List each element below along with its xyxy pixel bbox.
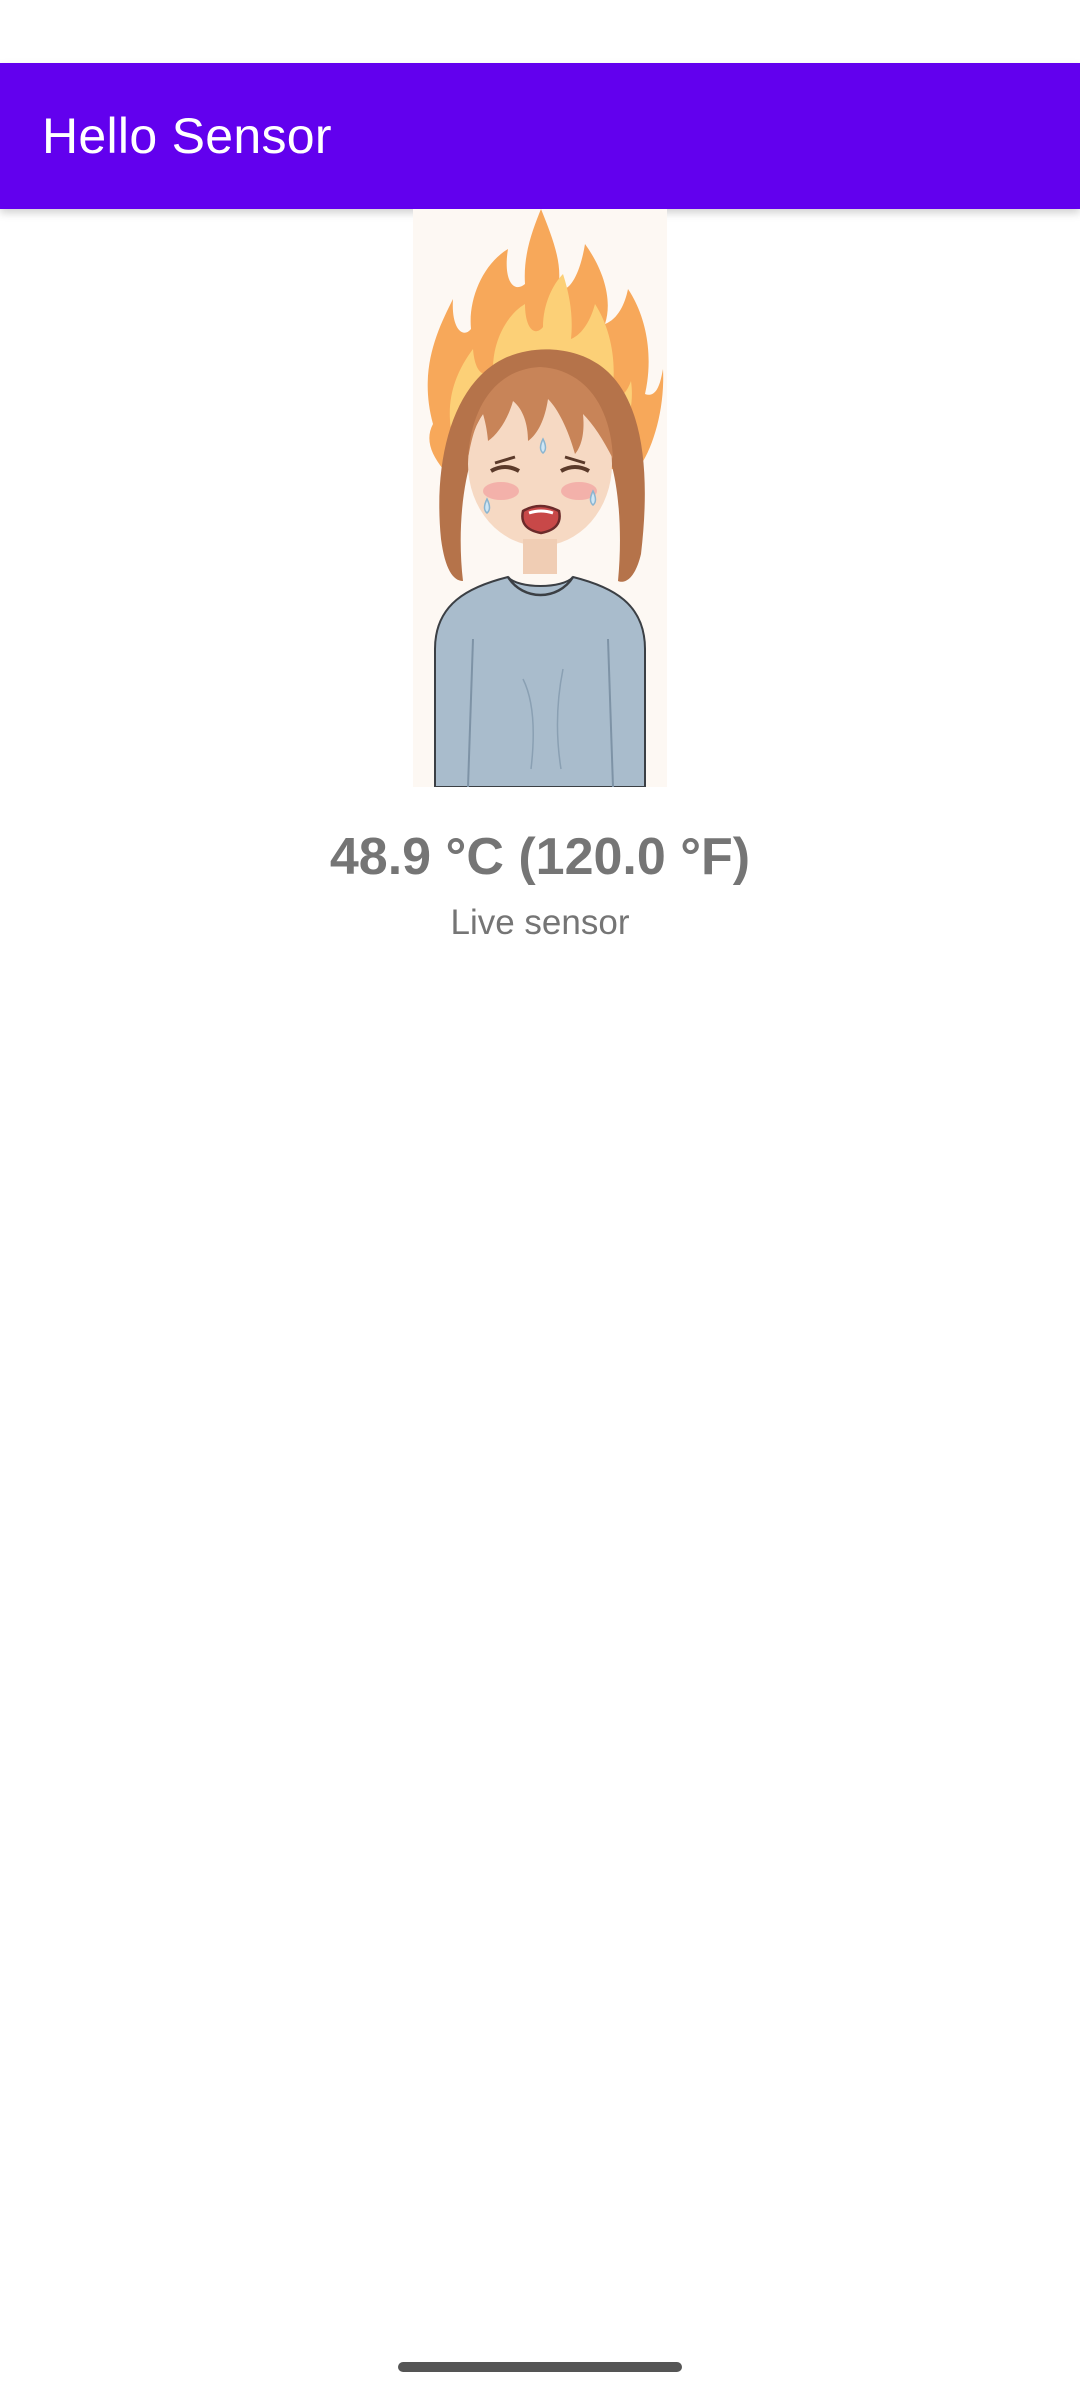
sensor-source-label: Live sensor	[450, 903, 630, 942]
app-screen: Hello Sensor 48.9 °C (120.0 °F) Live sen…	[0, 0, 1080, 2400]
temperature-reading: 48.9 °C (120.0 °F)	[329, 828, 751, 886]
main-content: 48.9 °C (120.0 °F) Live sensor	[0, 209, 1080, 945]
app-bar: Hello Sensor	[0, 63, 1080, 209]
app-title: Hello Sensor	[42, 108, 332, 164]
status-bar	[0, 0, 1080, 63]
gesture-nav-handle[interactable]	[398, 2362, 682, 2372]
overheated-girl-illustration	[413, 209, 667, 787]
